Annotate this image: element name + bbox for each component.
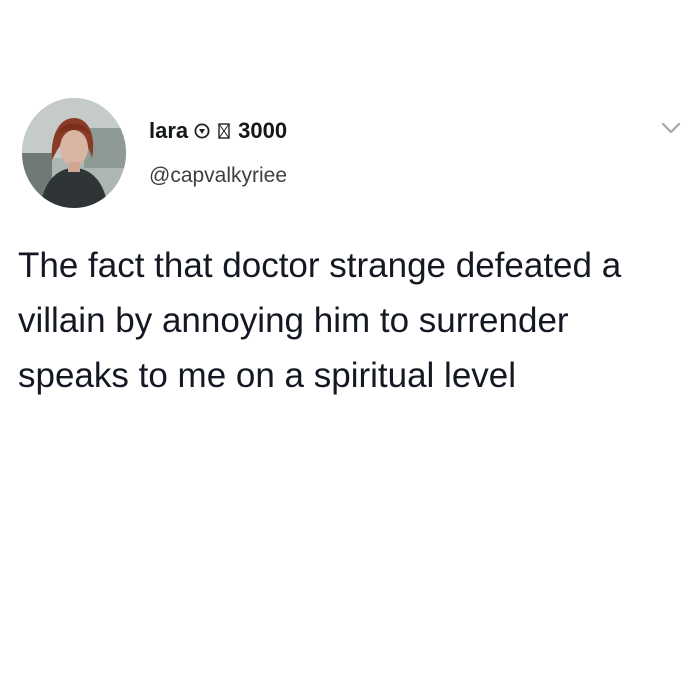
chevron-down-icon[interactable] — [660, 120, 682, 136]
tweet-card: lara 3000 @capvalkyriee The fact that do… — [0, 0, 700, 700]
tweet-text: The fact that doctor strange defeated a … — [18, 246, 622, 395]
missing-glyph-icon — [216, 123, 232, 139]
avatar[interactable] — [22, 98, 126, 208]
shield-emoji-icon — [194, 123, 210, 139]
display-name[interactable]: lara — [149, 118, 188, 144]
display-name-row[interactable]: lara 3000 — [149, 118, 287, 144]
display-name-score: 3000 — [238, 118, 288, 143]
user-handle[interactable]: @capvalkyriee — [149, 164, 287, 188]
avatar-photo — [22, 98, 126, 208]
